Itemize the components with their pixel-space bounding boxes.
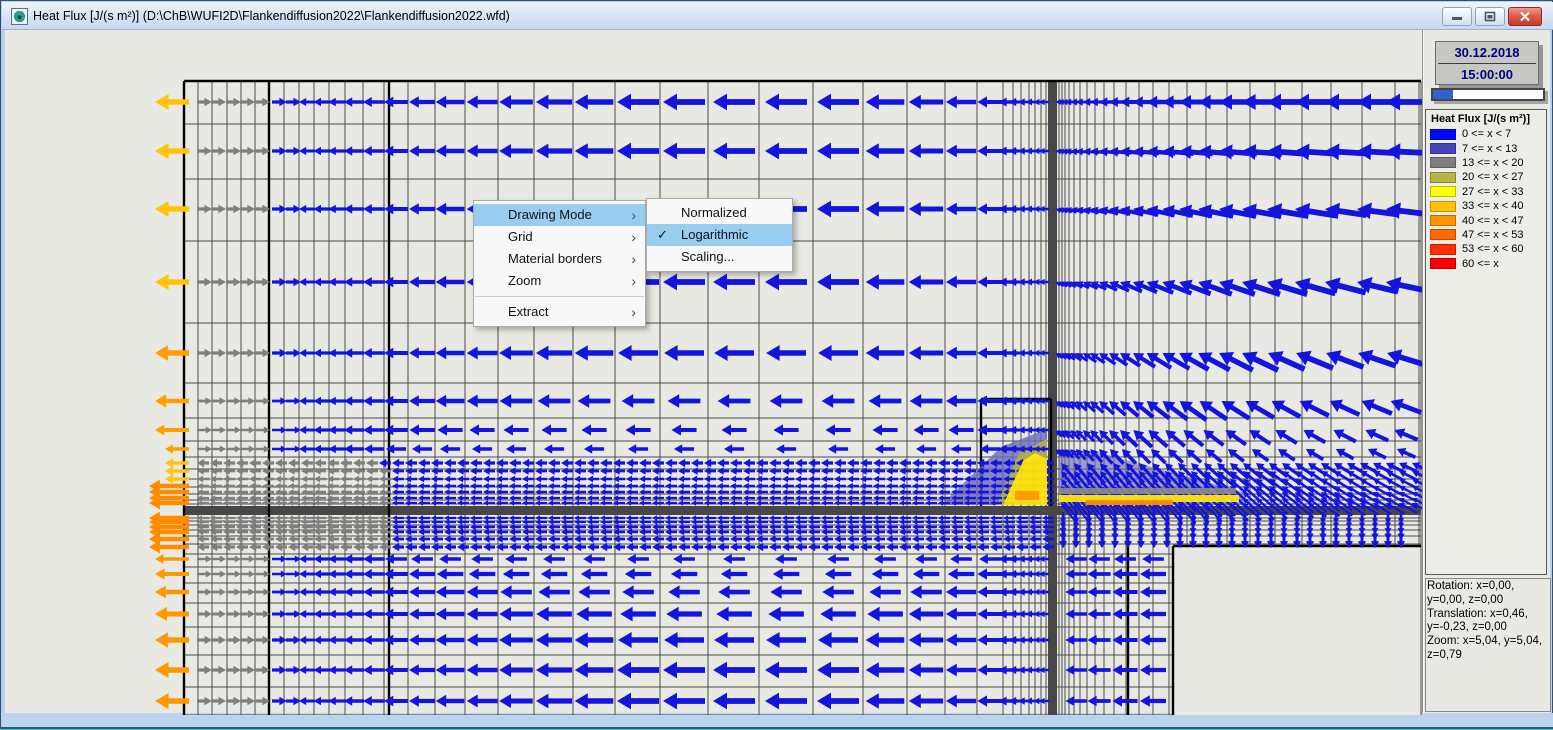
transform-info-line: Zoom: x=5,04, y=5,04, z=0,79 (1427, 635, 1549, 663)
color-swatch (1430, 172, 1456, 183)
menu-item-extract[interactable]: Extract › (474, 301, 645, 323)
legend-entry-label: 47 <= x < 53 (1462, 229, 1523, 241)
minimize-button[interactable] (1442, 7, 1472, 26)
color-swatch (1430, 157, 1456, 168)
menu-item-label: Normalized (681, 205, 747, 220)
color-swatch (1430, 215, 1456, 226)
panel-divider-highlight (1423, 30, 1424, 713)
legend-entry: 20 <= x < 27 (1426, 170, 1546, 184)
submenu-chevron-icon: › (631, 301, 636, 323)
color-swatch (1430, 258, 1456, 269)
legend-entry: 0 <= x < 7 (1426, 127, 1546, 141)
legend-entry: 7 <= x < 13 (1426, 141, 1546, 155)
time-label: 15:00:00 (1436, 64, 1538, 85)
legend-entry-label: 53 <= x < 60 (1462, 243, 1523, 255)
progress-fill (1433, 90, 1453, 99)
date-label: 30.12.2018 (1436, 42, 1538, 63)
submenu-chevron-icon: › (631, 270, 636, 292)
legend-entry: 60 <= x (1426, 257, 1546, 271)
close-icon (1519, 11, 1531, 22)
datetime-display: 30.12.2018 15:00:00 (1435, 41, 1539, 85)
legend-entry-label: 27 <= x < 33 (1462, 186, 1523, 198)
legend-entry: 53 <= x < 60 (1426, 242, 1546, 256)
legend-entry-label: 60 <= x (1462, 258, 1499, 270)
maximize-icon (1484, 11, 1496, 22)
close-button[interactable] (1508, 7, 1542, 26)
menu-item-label: Logarithmic (681, 227, 748, 242)
heat-flux-legend: Heat Flux [J/(s m²)] 0 <= x < 7 7 <= x < … (1425, 109, 1547, 575)
legend-entry-label: 20 <= x < 27 (1462, 171, 1523, 183)
window-bottom-frame (2, 713, 1553, 727)
title-bar[interactable]: Heat Flux [J/(s m²)] (D:\ChB\WUFI2D\Flan… (2, 2, 1553, 30)
legend-entry-label: 13 <= x < 20 (1462, 157, 1523, 169)
context-menu: Drawing Mode › Grid › Material borders › Zoom ›… (473, 200, 646, 327)
menu-item-normalized[interactable]: Normalized (647, 202, 792, 224)
menu-item-label: Material borders (508, 251, 602, 266)
maximize-button[interactable] (1475, 7, 1505, 26)
legend-entry: 40 <= x < 47 (1426, 213, 1546, 227)
color-swatch (1430, 143, 1456, 154)
menu-item-grid[interactable]: Grid › (474, 226, 645, 248)
menu-item-zoom[interactable]: Zoom › (474, 270, 645, 292)
menu-item-scaling[interactable]: Scaling... (647, 246, 792, 268)
simulation-progress-bar (1431, 88, 1545, 101)
menu-item-logarithmic[interactable]: Logarithmic ✓ (647, 224, 792, 246)
submenu-chevron-icon: › (631, 226, 636, 248)
minimize-icon (1451, 11, 1463, 21)
menu-item-label: Drawing Mode (508, 207, 592, 222)
legend-entries: 0 <= x < 7 7 <= x < 13 13 <= x < 20 20 <= x… (1426, 127, 1546, 271)
checkmark-icon: ✓ (657, 224, 668, 246)
menu-item-label: Zoom (508, 273, 541, 288)
transform-info-line: Translation: x=0,46, y=-0,23, z=0,00 (1427, 608, 1549, 636)
color-swatch (1430, 229, 1456, 240)
window-title: Heat Flux [J/(s m²)] (D:\ChB\WUFI2D\Flan… (33, 2, 510, 30)
color-swatch (1430, 129, 1456, 140)
menu-item-drawing-mode[interactable]: Drawing Mode › (474, 204, 645, 226)
app-icon (11, 8, 28, 25)
drawing-mode-submenu: Normalized Logarithmic ✓ Scaling... (646, 198, 793, 272)
visualization-canvas[interactable] (5, 30, 1550, 713)
submenu-chevron-icon: › (631, 248, 636, 270)
app-window: Heat Flux [J/(s m²)] (D:\ChB\WUFI2D\Flan… (0, 0, 1553, 729)
menu-item-label: Grid (508, 229, 533, 244)
transform-info-panel: Rotation: x=0,00, y=0,00, z=0,00Translat… (1425, 578, 1551, 712)
color-swatch (1430, 201, 1456, 212)
legend-title: Heat Flux [J/(s m²)] (1426, 110, 1546, 127)
legend-entry: 27 <= x < 33 (1426, 185, 1546, 199)
transform-info-line: Rotation: x=0,00, y=0,00, z=0,00 (1427, 580, 1549, 608)
menu-item-label: Extract (508, 304, 548, 319)
legend-entry: 13 <= x < 20 (1426, 156, 1546, 170)
menu-item-label: Scaling... (681, 249, 734, 264)
legend-entry-label: 7 <= x < 13 (1462, 143, 1517, 155)
menu-item-material-borders[interactable]: Material borders › (474, 248, 645, 270)
legend-entry-label: 0 <= x < 7 (1462, 128, 1511, 140)
color-swatch (1430, 244, 1456, 255)
color-swatch (1430, 186, 1456, 197)
menu-separator (475, 296, 644, 297)
legend-entry: 33 <= x < 40 (1426, 199, 1546, 213)
legend-entry-label: 33 <= x < 40 (1462, 200, 1523, 212)
legend-entry: 47 <= x < 53 (1426, 228, 1546, 242)
legend-entry-label: 40 <= x < 47 (1462, 215, 1523, 227)
submenu-chevron-icon: › (631, 204, 636, 226)
